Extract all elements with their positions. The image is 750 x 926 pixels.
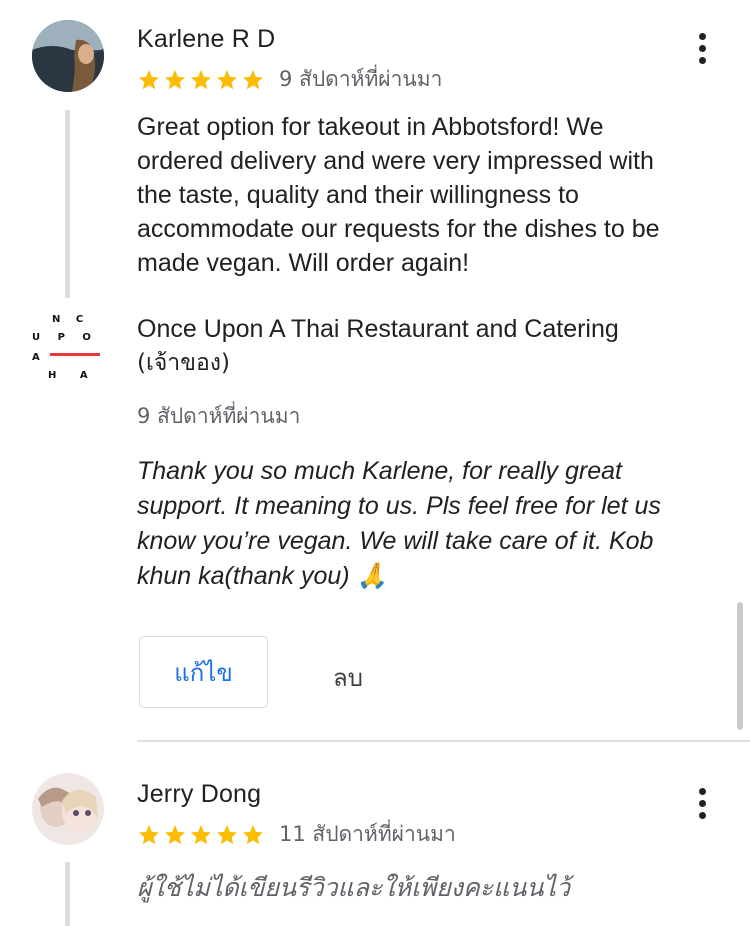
star-rating (137, 823, 265, 847)
review-text: Great option for takeout in Abbotsford! … (137, 113, 660, 277)
rating-only-note: ผู้ใช้ไม่ได้เขียนรีวิวและให้เพียงคะแนนไว… (137, 873, 571, 902)
logo-text-row3: A (32, 352, 40, 363)
owner-name-line1: Once Upon A Thai Restaurant and Catering (137, 315, 619, 343)
star-icon (189, 823, 213, 847)
logo-text-row2: U P O N (32, 332, 108, 343)
star-icon (241, 823, 265, 847)
logo-text-row4: H A (48, 370, 98, 381)
star-icon (241, 68, 265, 92)
profile-photo-icon (32, 20, 104, 92)
star-icon (137, 68, 161, 92)
edit-reply-button[interactable]: แก้ไข (139, 636, 268, 708)
star-rating (137, 68, 265, 92)
thread-line (65, 110, 70, 298)
star-icon (215, 823, 239, 847)
rating-row: 11 สัปดาห์ที่ผ่านมา (137, 818, 456, 851)
logo-text-row1: N C (52, 314, 89, 325)
star-icon (137, 823, 161, 847)
delete-reply-button[interactable]: ลบ (333, 658, 363, 697)
profile-photo-icon (32, 773, 104, 845)
divider (137, 740, 750, 742)
star-icon (189, 68, 213, 92)
owner-reply-text: Thank you so much Karlene, for really gr… (137, 457, 661, 590)
scrollbar[interactable] (737, 602, 743, 730)
star-icon (163, 68, 187, 92)
more-options-icon[interactable] (687, 781, 717, 825)
owner-name: Once Upon A Thai Restaurant and Catering… (137, 312, 697, 380)
business-logo: N C U P O N A H A (28, 310, 117, 390)
thread-line (65, 862, 70, 926)
rating-row: 9 สัปดาห์ที่ผ่านมา (137, 63, 442, 96)
reviewer-name[interactable]: Karlene R D (137, 25, 275, 54)
avatar-karlene[interactable] (32, 20, 104, 92)
reviewer-name[interactable]: Jerry Dong (137, 780, 261, 809)
review-time: 11 สัปดาห์ที่ผ่านมา (279, 822, 456, 846)
reply-time: 9 สัปดาห์ที่ผ่านมา (137, 404, 301, 428)
review-time: 9 สัปดาห์ที่ผ่านมา (279, 67, 443, 91)
star-icon (163, 823, 187, 847)
avatar-jerry[interactable] (32, 773, 104, 845)
more-options-icon[interactable] (687, 26, 717, 70)
owner-badge: (เจ้าของ) (137, 350, 230, 376)
star-icon (215, 68, 239, 92)
